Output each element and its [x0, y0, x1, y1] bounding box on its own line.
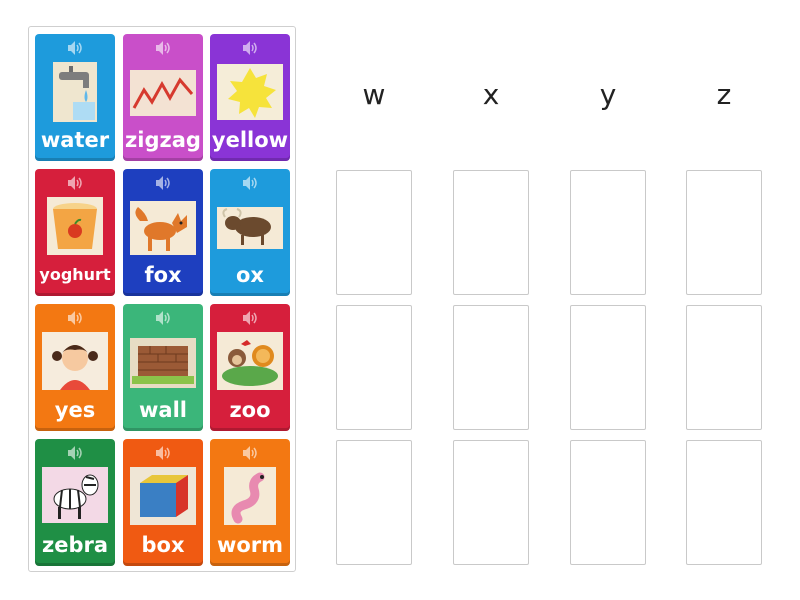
card-label: yes — [54, 398, 96, 422]
drop-slot-x-2[interactable] — [453, 305, 529, 430]
card-label: ox — [236, 263, 264, 287]
girl-icon — [42, 332, 108, 390]
speaker-icon[interactable] — [241, 310, 259, 326]
card-box[interactable]: box — [123, 439, 203, 566]
zigzag-icon — [130, 70, 196, 116]
drop-slot-y-1[interactable] — [570, 170, 646, 295]
card-wall[interactable]: wall — [123, 304, 203, 431]
card-label: wall — [139, 398, 187, 422]
tap-icon — [53, 62, 97, 122]
column-header-x: x — [482, 78, 500, 111]
card-fox[interactable]: fox — [123, 169, 203, 296]
drop-slot-z-2[interactable] — [686, 305, 762, 430]
drop-slot-y-2[interactable] — [570, 305, 646, 430]
drop-slot-z-1[interactable] — [686, 170, 762, 295]
card-zoo[interactable]: zoo — [210, 304, 290, 431]
card-label: water — [40, 128, 110, 152]
drop-slot-x-3[interactable] — [453, 440, 529, 565]
box-icon — [130, 467, 196, 525]
speaker-icon[interactable] — [66, 310, 84, 326]
card-label: yellow — [211, 128, 289, 152]
speaker-icon[interactable] — [66, 40, 84, 56]
fox-icon — [130, 201, 196, 255]
card-label: zebra — [41, 533, 109, 557]
speaker-icon[interactable] — [241, 40, 259, 56]
speaker-icon[interactable] — [154, 445, 172, 461]
drop-slot-y-3[interactable] — [570, 440, 646, 565]
speaker-icon[interactable] — [154, 175, 172, 191]
card-label: zigzag — [125, 128, 201, 152]
speaker-icon[interactable] — [154, 310, 172, 326]
drop-slot-w-1[interactable] — [336, 170, 412, 295]
ox-icon — [217, 207, 283, 249]
card-label: yoghurt — [39, 265, 111, 284]
card-yoghurt[interactable]: yoghurt — [35, 169, 115, 296]
speaker-icon[interactable] — [66, 175, 84, 191]
yellow-splash-icon — [217, 64, 283, 120]
column-header-z: z — [716, 78, 732, 111]
speaker-icon[interactable] — [154, 40, 172, 56]
card-ox[interactable]: ox — [210, 169, 290, 296]
yoghurt-cup-icon — [47, 197, 103, 255]
card-label: box — [141, 533, 185, 557]
speaker-icon[interactable] — [241, 445, 259, 461]
card-yes[interactable]: yes — [35, 304, 115, 431]
card-zigzag[interactable]: zigzag — [123, 34, 203, 161]
card-label: fox — [144, 263, 182, 287]
drop-slot-x-1[interactable] — [453, 170, 529, 295]
speaker-icon[interactable] — [241, 175, 259, 191]
card-water[interactable]: water — [35, 34, 115, 161]
zoo-animals-icon — [217, 332, 283, 390]
card-label: zoo — [229, 398, 271, 422]
card-label: worm — [216, 533, 284, 557]
column-header-y: y — [599, 78, 617, 111]
drop-slot-w-2[interactable] — [336, 305, 412, 430]
zebra-icon — [42, 467, 108, 523]
speaker-icon[interactable] — [66, 445, 84, 461]
card-yellow[interactable]: yellow — [210, 34, 290, 161]
worm-icon — [224, 467, 276, 525]
column-header-w: w — [362, 78, 386, 111]
drop-slot-w-3[interactable] — [336, 440, 412, 565]
brick-wall-icon — [130, 338, 196, 388]
card-zebra[interactable]: zebra — [35, 439, 115, 566]
card-worm[interactable]: worm — [210, 439, 290, 566]
drop-slot-z-3[interactable] — [686, 440, 762, 565]
